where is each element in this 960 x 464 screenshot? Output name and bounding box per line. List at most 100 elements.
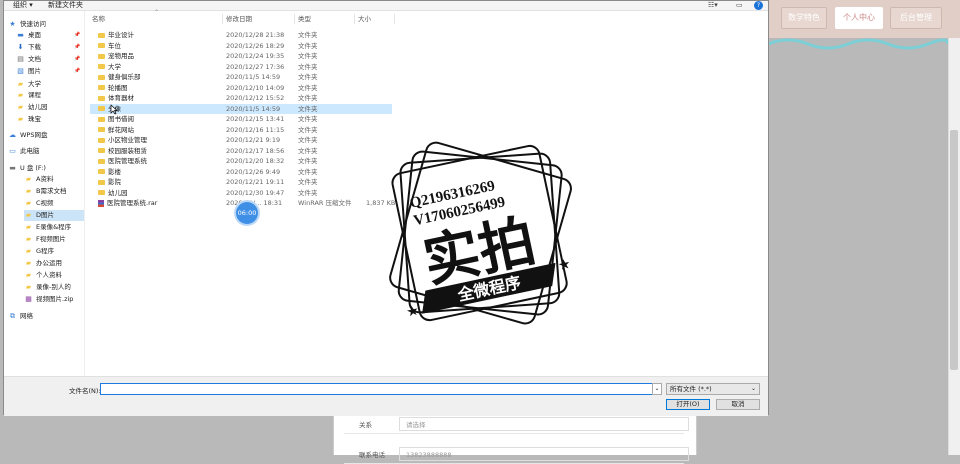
background-form: 关系 请选择 联系电话 13823888888 bbox=[333, 412, 697, 464]
folder-icon: ▰ bbox=[25, 211, 32, 219]
cancel-button-label: 取消 bbox=[731, 400, 745, 408]
file-name-cell: 影院 bbox=[98, 177, 121, 187]
file-type: 文件夹 bbox=[298, 41, 318, 50]
nav-item[interactable]: ▰ D图片 bbox=[24, 210, 84, 221]
file-modified: 2020/12/21 9:19 bbox=[226, 136, 281, 144]
file-type: WinRAR 压缩文件 bbox=[298, 199, 352, 207]
watermark-stamp: Q2196316269 V1706025649​9 实拍 全微程序 ★ ★ bbox=[389, 141, 572, 325]
nav-item[interactable]: ▰ F视频图片 bbox=[24, 234, 84, 245]
nav-item[interactable]: ▰ C视频 bbox=[24, 198, 84, 209]
file-row[interactable]: 鲜花网站 2020/12/16 11:15 文件夹 bbox=[90, 125, 392, 135]
organize-button[interactable]: 组织 ▾ bbox=[13, 1, 33, 10]
file-name: 幼儿园 bbox=[108, 188, 128, 197]
file-row[interactable]: 毕业设计 2020/12/28 21:38 文件夹 bbox=[90, 30, 392, 40]
nav-math-feature-button[interactable]: 数学特色 bbox=[781, 7, 827, 29]
nav-item[interactable]: ▰ 大学 bbox=[16, 79, 84, 90]
file-name: 图书借阅 bbox=[108, 115, 134, 123]
pin-icon[interactable]: 📌 bbox=[74, 66, 80, 77]
phone-label: 联系电话 bbox=[359, 451, 385, 459]
file-row[interactable]: 影院 2020/12/21 19:11 文件夹 bbox=[90, 177, 392, 187]
nav-item[interactable]: ▰ 幼儿园 bbox=[16, 102, 84, 113]
nav-item[interactable]: ▧ 图片 📌 bbox=[16, 66, 84, 77]
file-modified: 2020/12/26 18:29 bbox=[226, 41, 285, 50]
nav-item[interactable]: ★ 快速访问 bbox=[8, 19, 84, 30]
folder-icon: ▰ bbox=[17, 115, 24, 123]
file-type: 文件夹 bbox=[298, 83, 318, 92]
file-row[interactable]: 幼儿园 2020/12/30 19:47 文件夹 bbox=[90, 188, 392, 198]
sort-chevron-icon: ⌃ bbox=[154, 9, 160, 16]
nav-item[interactable]: ▰ 个人资料 bbox=[24, 270, 84, 281]
file-modified: 2020/12/20 18:32 bbox=[226, 157, 285, 165]
file-row[interactable]: 医院管理系统 2020/12/20 18:32 文件夹 bbox=[90, 156, 392, 166]
nav-item[interactable]: ▰ 珠宝 bbox=[16, 114, 84, 125]
file-row[interactable]: 体育器材 2020/12/12 15:52 文件夹 bbox=[90, 93, 392, 103]
file-name-cell: 医院管理系统.rar bbox=[98, 198, 157, 208]
folder-icon: ▰ bbox=[25, 175, 32, 183]
phone-input[interactable]: 13823888888 bbox=[399, 447, 689, 461]
file-row[interactable]: 大学 2020/12/27 17:36 文件夹 bbox=[90, 62, 392, 72]
file-type-filter[interactable]: 所有文件 (*.*) ⌄ bbox=[666, 383, 760, 395]
file-row[interactable]: 健身俱乐部 2020/11/5 14:59 文件夹 bbox=[90, 72, 392, 82]
new-folder-button[interactable]: 新建文件夹 bbox=[48, 1, 83, 10]
file-row[interactable]: 宠物用品 2020/12/24 19:35 文件夹 bbox=[90, 51, 392, 61]
document-icon: ▤ bbox=[17, 55, 24, 63]
folder-icon bbox=[98, 32, 105, 38]
folder-icon bbox=[98, 127, 105, 132]
desktop-icon: ▬ bbox=[17, 31, 24, 39]
nav-item-label: 录像-别人的 bbox=[36, 283, 71, 291]
nav-item[interactable]: ▰ 办公运用 bbox=[24, 258, 84, 269]
help-icon[interactable]: ? bbox=[754, 1, 763, 10]
file-name: 校园服装租赁 bbox=[108, 146, 147, 155]
file-name-cell: 车位 bbox=[98, 41, 121, 51]
page-scrollbar-thumb[interactable] bbox=[950, 130, 958, 370]
pin-icon[interactable]: 📌 bbox=[74, 54, 80, 65]
nav-item[interactable]: ▰ B需求文档 bbox=[24, 186, 84, 197]
open-button[interactable]: 打开(O) bbox=[666, 399, 710, 410]
folder-icon bbox=[98, 64, 105, 69]
nav-item[interactable]: ▭ 此电脑 bbox=[8, 146, 84, 157]
column-header-modified[interactable]: 修改日期 bbox=[226, 14, 295, 24]
pin-icon[interactable]: 📌 bbox=[74, 42, 80, 53]
nav-item[interactable]: ▰ G程序 bbox=[24, 246, 84, 257]
pin-icon[interactable]: 📌 bbox=[74, 30, 80, 41]
file-row[interactable]: 轮播图 2020/12/10 14:09 文件夹 bbox=[90, 83, 392, 93]
folder-icon: ▰ bbox=[25, 235, 32, 243]
file-type: 文件夹 bbox=[298, 157, 318, 165]
nav-item[interactable]: ▤ 文档 📌 bbox=[16, 54, 84, 65]
nav-item[interactable]: ▰ A资料 bbox=[24, 174, 84, 185]
file-row[interactable]: 车位 2020/12/26 18:29 文件夹 bbox=[90, 41, 392, 51]
file-modified: 2020/12/16 11:15 bbox=[226, 125, 285, 134]
file-row[interactable]: 校园服装租赁 2020/12/17 18:56 文件夹 bbox=[90, 146, 392, 156]
filename-dropdown-icon[interactable]: ⌄ bbox=[652, 383, 662, 395]
file-modified: 2020/12/30 19:47 bbox=[226, 188, 285, 197]
star-icon: ★ bbox=[9, 20, 16, 28]
filename-input[interactable] bbox=[100, 383, 658, 395]
file-row[interactable]: 图书借阅 2020/12/15 13:41 文件夹 bbox=[90, 114, 392, 124]
nav-item[interactable]: ▰ 录像-别人的 bbox=[24, 282, 84, 293]
nav-item[interactable]: ▬ 桌面 📌 bbox=[16, 30, 84, 41]
column-header-size[interactable]: 大小 bbox=[358, 14, 395, 24]
preview-pane-icon[interactable]: ▭ bbox=[736, 1, 743, 10]
file-row[interactable]: 小区物业管理 2020/12/21 9:19 文件夹 bbox=[90, 135, 392, 145]
nav-item[interactable]: ▰ E录像&程序 bbox=[24, 222, 84, 233]
nav-item[interactable]: ⬇ 下载 📌 bbox=[16, 42, 84, 53]
file-type: 文件夹 bbox=[298, 125, 318, 134]
file-type: 文件夹 bbox=[298, 104, 318, 113]
file-row[interactable]: 影楼 2020/12/26 9:49 文件夹 bbox=[90, 167, 392, 177]
nav-item[interactable]: ▦ 视频图片.zip bbox=[24, 294, 84, 305]
file-row[interactable]: 头像2020/11/5 14:59文件夹 bbox=[90, 103, 392, 114]
nav-item[interactable]: ☁ WPS网盘 bbox=[8, 130, 84, 141]
nav-item[interactable]: ▰ 课程 bbox=[16, 90, 84, 101]
relation-row: 关系 请选择 bbox=[344, 415, 689, 434]
relation-select[interactable]: 请选择 bbox=[399, 417, 689, 431]
nav-admin-button[interactable]: 后台管理 bbox=[890, 7, 942, 29]
cancel-button[interactable]: 取消 bbox=[716, 399, 760, 410]
column-header-type[interactable]: 类型 bbox=[298, 14, 355, 24]
nav-item[interactable]: ▬ U 盘 (F:) bbox=[8, 163, 84, 174]
file-name-cell: 毕业设计 bbox=[98, 30, 134, 40]
nav-item[interactable]: ⧉ 网络 bbox=[8, 311, 84, 322]
nav-item-label: 个人资料 bbox=[36, 271, 62, 279]
filename-label: 文件名(N): bbox=[69, 387, 101, 395]
view-options-icon[interactable]: ☷▾ bbox=[708, 1, 718, 10]
nav-personal-center-button[interactable]: 个人中心 bbox=[835, 7, 883, 29]
